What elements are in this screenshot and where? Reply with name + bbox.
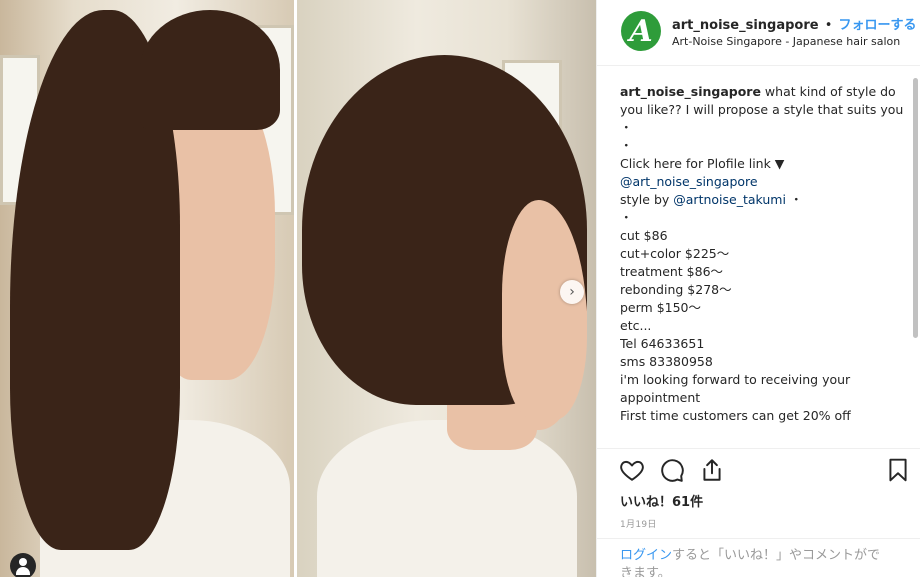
login-text: ログインすると「いいね！」やコメントができます。 <box>620 547 890 577</box>
caption-style-by: style by <box>620 192 674 207</box>
caption-bullet: ・ <box>620 120 633 135</box>
like-button[interactable] <box>619 457 649 487</box>
login-link[interactable]: ログイン <box>620 548 672 563</box>
caption-line: cut $86 <box>620 228 668 243</box>
avatar[interactable]: A <box>621 11 661 51</box>
caption-line: cut+color $225〜 <box>620 246 730 261</box>
caption-username[interactable]: art_noise_singapore <box>620 84 761 99</box>
chevron-right-icon[interactable]: › <box>560 280 584 304</box>
follow-button[interactable]: フォローする <box>839 18 917 33</box>
save-button[interactable] <box>885 457 915 487</box>
likes-count[interactable]: いいね！61件 <box>620 491 703 510</box>
caption-bullet: ・ <box>620 138 633 153</box>
header-username[interactable]: art_noise_singapore <box>672 18 819 33</box>
caption-line: treatment $86〜 <box>620 264 724 279</box>
comment-button[interactable] <box>659 457 689 487</box>
location-link[interactable]: Art-Noise Singapore - Japanese hair salo… <box>672 35 900 48</box>
caption-line: First time customers can get 20% off <box>620 408 851 423</box>
bookmark-icon <box>889 458 907 482</box>
mention-stylist[interactable]: @artnoise_takumi <box>673 192 786 207</box>
caption-bullet: ・ <box>789 192 803 207</box>
user-tag-icon[interactable] <box>10 553 36 577</box>
photo-after <box>297 0 596 577</box>
shirt <box>317 420 577 577</box>
caption-line: rebonding $278〜 <box>620 282 732 297</box>
caption-profile-link-text: Click here for Plofile link ▼ <box>620 156 785 171</box>
header-separator: • <box>824 18 833 33</box>
post-photo[interactable]: › <box>0 0 596 577</box>
hair-top <box>140 10 280 130</box>
instagram-post: › A art_noise_singapore • フォローする Art-Noi… <box>0 0 920 577</box>
heart-icon <box>620 460 644 481</box>
header-line: art_noise_singapore • フォローする <box>672 14 917 33</box>
post-header: A art_noise_singapore • フォローする Art-Noise… <box>597 0 920 66</box>
share-icon <box>703 459 721 481</box>
share-button[interactable] <box>699 457 729 487</box>
caption-line: perm $150〜 <box>620 300 702 315</box>
caption: art_noise_singapore what kind of style d… <box>620 83 910 443</box>
avatar-letter: A <box>629 13 653 49</box>
caption-line: etc... <box>620 318 652 333</box>
mention-profile[interactable]: @art_noise_singapore <box>620 174 758 189</box>
caption-bullet: ・ <box>620 210 633 225</box>
scroll-thumb[interactable] <box>913 78 918 338</box>
post-date: 1月19日 <box>620 520 657 530</box>
comment-icon <box>661 459 684 482</box>
caption-line: i'm looking forward to receiving your ap… <box>620 372 851 405</box>
post-sidebar: A art_noise_singapore • フォローする Art-Noise… <box>596 0 920 577</box>
login-prompt: ログインすると「いいね！」やコメントができます。 <box>597 538 920 577</box>
caption-line: sms 83380958 <box>620 354 713 369</box>
photo-before <box>0 0 294 577</box>
caption-line: Tel 64633651 <box>620 336 705 351</box>
caption-scrollbar[interactable] <box>913 70 919 448</box>
